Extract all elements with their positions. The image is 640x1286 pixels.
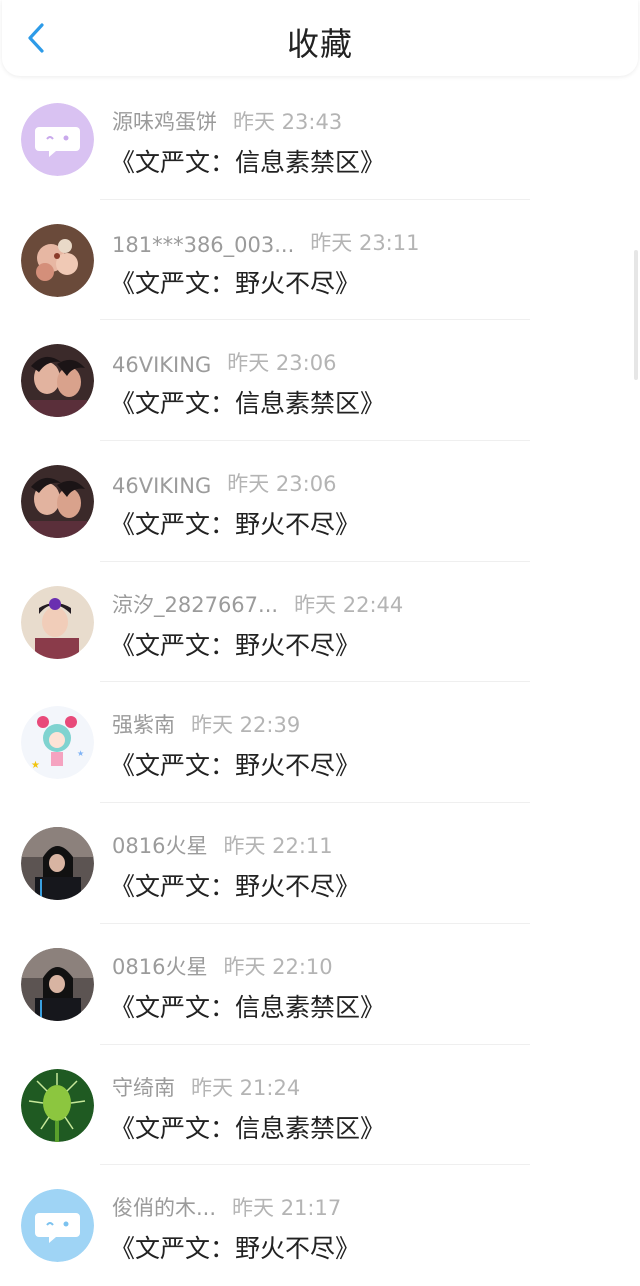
favorite-message: 《文严文：野火不尽》 — [110, 751, 361, 781]
sender-name: 46VIKING — [112, 353, 212, 378]
chat-bubble-icon — [21, 1189, 94, 1263]
list-item[interactable]: 0816火星 昨天 22:11 《文严文：野火不尽》 — [0, 803, 640, 924]
timestamp: 昨天 21:24 — [191, 1075, 301, 1100]
avatar[interactable] — [21, 947, 94, 1021]
svg-text:★: ★ — [31, 760, 40, 771]
avatar[interactable] — [21, 465, 94, 539]
scrollbar[interactable] — [634, 250, 638, 380]
sender-name: 强紫南 — [112, 713, 175, 738]
list-item[interactable]: 46VIKING 昨天 23:06 《文严文：野火不尽》 — [0, 441, 640, 562]
list-item[interactable]: 46VIKING 昨天 23:06 《文严文：信息素禁区》 — [0, 320, 640, 442]
sender-name: 46VIKING — [112, 474, 212, 499]
favorite-message: 《文严文：野火不尽》 — [110, 872, 361, 902]
sender-name: 源味鸡蛋饼 — [112, 110, 217, 134]
avatar[interactable] — [21, 344, 94, 418]
list-item[interactable]: 俊俏的木... 昨天 21:17 《文严文：野火不尽》 — [0, 1165, 640, 1286]
favorite-message: 《文严文：信息素禁区》 — [110, 389, 386, 419]
sender-name: 0816火星 — [112, 954, 208, 979]
sender-name: 0816火星 — [112, 834, 208, 859]
favorite-message: 《文严文：野火不尽》 — [110, 630, 361, 660]
favorite-message: 《文严文：野火不尽》 — [110, 268, 361, 298]
favorite-message: 《文严文：野火不尽》 — [110, 1234, 361, 1264]
favorite-message: 《文严文：信息素禁区》 — [110, 1113, 386, 1143]
list-item[interactable]: ★ ★ 强紫南 昨天 22:39 《文严文：野火不尽》 — [0, 682, 640, 804]
favorite-message: 《文严文：信息素禁区》 — [110, 148, 386, 177]
avatar[interactable]: ★ ★ — [21, 706, 94, 780]
timestamp: 昨天 22:39 — [191, 713, 301, 738]
favorite-message: 《文严文：野火不尽》 — [110, 510, 361, 540]
list-item[interactable]: 涼汐_2827667... 昨天 22:44 《文严文：野火不尽》 — [0, 562, 640, 683]
favorites-list: 源味鸡蛋饼 昨天 23:43 《文严文：信息素禁区》 181***386_003.… — [0, 79, 640, 1286]
timestamp: 昨天 22:11 — [223, 834, 333, 859]
avatar[interactable] — [21, 1189, 94, 1263]
top-navigation-bar: 收藏 — [2, 0, 638, 76]
svg-text:★: ★ — [77, 749, 84, 758]
sender-name: 181***386_003... — [112, 232, 295, 257]
sender-name: 守绮南 — [112, 1075, 175, 1100]
avatar[interactable] — [21, 1068, 94, 1142]
timestamp: 昨天 22:44 — [294, 592, 404, 617]
avatar[interactable] — [21, 585, 94, 659]
list-item[interactable]: 源味鸡蛋饼 昨天 23:43 《文严文：信息素禁区》 — [0, 79, 640, 200]
avatar[interactable] — [21, 223, 94, 297]
timestamp: 昨天 21:17 — [232, 1196, 342, 1221]
list-item[interactable]: 181***386_003... 昨天 23:11 《文严文：野火不尽》 — [0, 200, 640, 321]
timestamp: 昨天 23:06 — [227, 351, 337, 376]
timestamp: 昨天 23:06 — [227, 472, 337, 497]
sender-name: 俊俏的木... — [112, 1196, 217, 1221]
list-item[interactable]: 守绮南 昨天 21:24 《文严文：信息素禁区》 — [0, 1045, 640, 1166]
page-title: 收藏 — [286, 25, 353, 63]
timestamp: 昨天 23:11 — [310, 230, 420, 255]
avatar[interactable] — [21, 103, 94, 176]
sender-name: 涼汐_2827667... — [112, 592, 279, 617]
list-item[interactable]: 0816火星 昨天 22:10 《文严文：信息素禁区》 — [0, 924, 640, 1045]
chat-bubble-icon — [21, 103, 94, 176]
timestamp: 昨天 22:10 — [223, 954, 333, 979]
timestamp: 昨天 23:43 — [233, 110, 343, 134]
avatar[interactable] — [21, 827, 94, 901]
favorite-message: 《文严文：信息素禁区》 — [110, 992, 386, 1022]
